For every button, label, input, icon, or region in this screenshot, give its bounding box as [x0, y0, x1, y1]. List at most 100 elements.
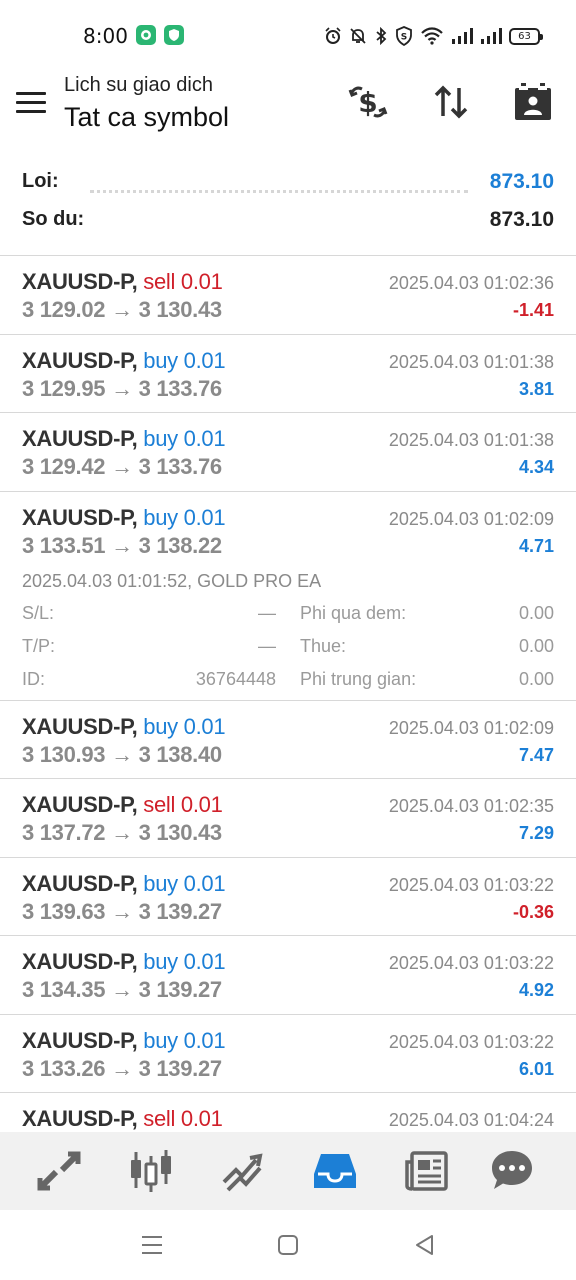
open-price: 3 129.02	[22, 297, 106, 322]
trade-row[interactable]: XAUUSD-P, sell 0.01 2025.04.03 01:04:24	[0, 1093, 576, 1132]
close-price: 3 130.43	[138, 297, 223, 322]
trade-direction: sell 0.01	[143, 269, 223, 294]
open-price: 3 134.35	[22, 977, 106, 1002]
balance-label: So du:	[22, 208, 85, 230]
dotted-divider	[90, 190, 468, 193]
trade-row[interactable]: XAUUSD-P, buy 0.01 2025.04.03 01:03:22 3…	[0, 1015, 576, 1093]
trade-symbol: XAUUSD-P,	[22, 792, 138, 817]
trade-direction: buy 0.01	[143, 347, 226, 373]
trade-close-time: 2025.04.03 01:03:22	[388, 953, 554, 973]
trade-symbol: XAUUSD-P,	[22, 713, 138, 739]
trade-symbol: XAUUSD-P,	[22, 1027, 138, 1053]
summary-panel: Loi: 873.10 So du: 873.10	[0, 160, 576, 256]
menu-icon[interactable]	[16, 92, 48, 116]
page-subtitle: Lich su giao dich	[64, 74, 213, 96]
trade-symbol: XAUUSD-P,	[22, 347, 138, 373]
close-price: 3 139.27	[138, 1055, 223, 1081]
trade-profit: 3.81	[518, 378, 554, 399]
tax-label: Thue:	[300, 635, 347, 656]
tp-label: T/P:	[22, 635, 56, 656]
close-price: 3 130.43	[138, 820, 223, 845]
trade-row[interactable]: XAUUSD-P, buy 0.01 2025.04.03 01:02:09 3…	[0, 701, 576, 779]
symbol-filter-title[interactable]: Tat ca symbol	[64, 102, 229, 133]
id-label: ID:	[22, 668, 46, 689]
arrow: →	[111, 1055, 133, 1081]
trade-close-time: 2025.04.03 01:03:22	[388, 1031, 554, 1052]
tax-value: 0.00	[518, 635, 554, 656]
trade-direction: buy 0.01	[143, 870, 226, 896]
close-price: 3 138.40	[138, 741, 223, 767]
trade-row-expanded[interactable]: XAUUSD-P, buy 0.01 2025.04.03 01:02:09 3…	[0, 492, 576, 701]
trade-profit: 4.71	[518, 535, 554, 556]
app-header: Lich su giao dich Tat ca symbol $	[0, 66, 576, 154]
close-price: 3 133.76	[138, 375, 223, 401]
sl-label: S/L:	[22, 602, 55, 623]
sort-icon[interactable]	[431, 82, 471, 122]
wifi-icon	[421, 27, 443, 45]
arrow: →	[111, 297, 133, 322]
bluetooth-icon	[376, 27, 387, 45]
history-icon[interactable]	[312, 1148, 358, 1194]
trade-direction: sell 0.01	[143, 1106, 223, 1131]
trade-profit: -0.36	[512, 901, 554, 922]
swap-value: 0.00	[518, 602, 554, 623]
mute-bell-icon	[350, 28, 366, 44]
trade-profit: 4.34	[518, 457, 554, 477]
trade-row[interactable]: XAUUSD-P, buy 0.01 2025.04.03 01:01:38 3…	[0, 413, 576, 492]
close-price: 3 139.27	[138, 977, 223, 1002]
arrow: →	[111, 375, 133, 401]
trade-profit: -1.41	[512, 300, 554, 320]
calendar-icon[interactable]	[513, 82, 553, 122]
trade-row[interactable]: XAUUSD-P, buy 0.01 2025.04.03 01:03:22 3…	[0, 858, 576, 936]
open-price: 3 130.93	[22, 741, 106, 767]
security-app-notification-icon	[164, 25, 184, 45]
vpn-shield-icon: S	[396, 26, 412, 46]
bottom-navigation	[0, 1132, 576, 1210]
sl-value: —	[258, 602, 276, 623]
trade-row[interactable]: XAUUSD-P, buy 0.01 2025.04.03 01:03:22 3…	[0, 936, 576, 1015]
balance-row: So du: 873.10	[22, 208, 554, 238]
arrow: →	[111, 454, 133, 479]
commission-value: 0.00	[518, 668, 554, 689]
trade-icon[interactable]	[220, 1148, 266, 1194]
trade-symbol: XAUUSD-P,	[22, 504, 138, 530]
chart-icon[interactable]	[128, 1148, 174, 1194]
close-price: 3 138.22	[138, 532, 223, 558]
trade-row[interactable]: XAUUSD-P, sell 0.01 2025.04.03 01:02:36 …	[0, 256, 576, 335]
trade-symbol: XAUUSD-P,	[22, 269, 138, 294]
trade-symbol: XAUUSD-P,	[22, 870, 138, 896]
trade-history-list[interactable]: XAUUSD-P, sell 0.01 2025.04.03 01:02:36 …	[0, 256, 576, 1132]
balance-value: 873.10	[489, 208, 554, 231]
recent-apps-icon[interactable]	[139, 1232, 165, 1258]
news-icon[interactable]	[404, 1148, 450, 1194]
trade-direction: buy 0.01	[143, 713, 226, 739]
tp-value: —	[258, 635, 276, 656]
close-price: 3 133.76	[138, 454, 223, 479]
trade-close-time: 2025.04.03 01:01:38	[388, 430, 554, 450]
quotes-icon[interactable]	[36, 1148, 82, 1194]
back-icon[interactable]	[412, 1232, 438, 1258]
status-time: 8:00	[83, 24, 128, 48]
trade-symbol: XAUUSD-P,	[22, 426, 138, 451]
signal-icon-2	[481, 28, 502, 44]
trade-close-time: 2025.04.03 01:04:24	[388, 1110, 554, 1130]
trade-close-time: 2025.04.03 01:01:38	[388, 351, 554, 372]
trade-row[interactable]: XAUUSD-P, buy 0.01 2025.04.03 01:01:38 3…	[0, 335, 576, 413]
open-price: 3 137.72	[22, 820, 106, 845]
arrow: →	[111, 898, 133, 924]
home-icon[interactable]	[275, 1232, 301, 1258]
arrow: →	[111, 532, 133, 558]
dollar-exchange-icon[interactable]: $	[348, 82, 388, 122]
trade-direction: buy 0.01	[143, 1027, 226, 1053]
trade-profit: 6.01	[518, 1058, 554, 1079]
swap-label: Phi qua dem:	[300, 602, 407, 623]
trade-profit: 4.92	[518, 980, 554, 1000]
trade-row[interactable]: XAUUSD-P, sell 0.01 2025.04.03 01:02:35 …	[0, 779, 576, 858]
status-bar: 8:00 S 63	[0, 0, 576, 66]
chat-icon[interactable]	[490, 1148, 536, 1194]
svg-text:S: S	[401, 33, 407, 43]
trade-profit: 7.29	[518, 823, 554, 843]
signal-icon	[452, 28, 473, 44]
battery-icon: 63	[509, 27, 543, 45]
trade-close-time: 2025.04.03 01:02:36	[388, 273, 554, 293]
